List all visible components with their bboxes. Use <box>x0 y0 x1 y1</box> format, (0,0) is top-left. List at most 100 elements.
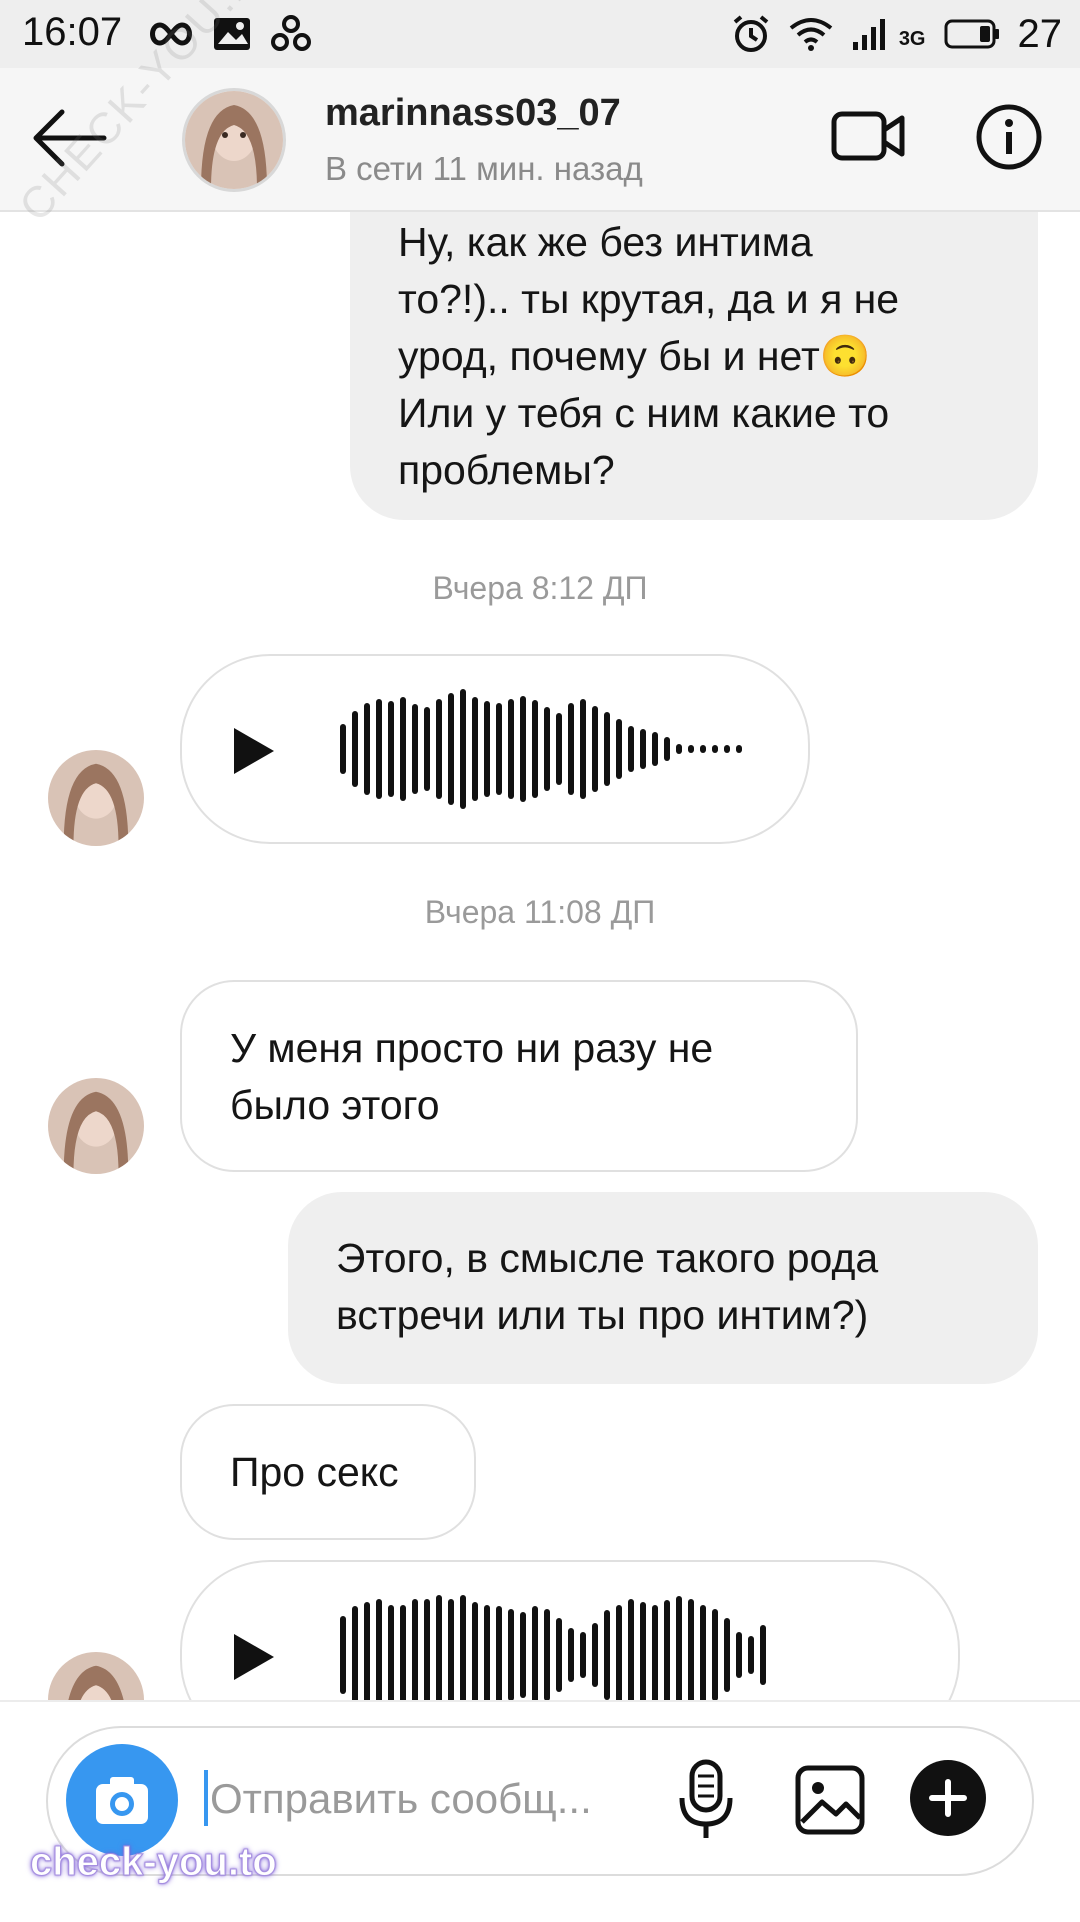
waveform-bar <box>508 699 514 799</box>
play-icon <box>234 1634 274 1680</box>
waveform-bar <box>424 707 430 791</box>
alarm-icon <box>733 15 769 52</box>
waveform-bar <box>496 1606 502 1700</box>
battery-icon <box>944 19 999 49</box>
message-timestamp: Вчера 8:12 ДП <box>432 570 648 606</box>
waveform-bar <box>448 693 454 805</box>
waveform-bar <box>616 719 622 779</box>
voice-waveform <box>340 686 742 812</box>
play-button[interactable] <box>232 1632 276 1682</box>
profile-photo <box>185 91 283 189</box>
waveform-bar <box>424 1599 430 1700</box>
waveform-bar <box>700 1605 706 1700</box>
video-call-button[interactable] <box>830 104 906 168</box>
waveform-bar <box>496 703 502 795</box>
presence-status: В сети 11 мин. назад <box>325 150 643 187</box>
message-list[interactable]: Ну, как же без интима то?!).. ты крутая,… <box>0 212 1080 1700</box>
microphone-icon <box>679 1759 733 1838</box>
waveform-bar <box>532 1606 538 1700</box>
voice-record-button[interactable] <box>674 1758 738 1842</box>
voice-message[interactable] <box>180 654 810 844</box>
waveform-bar <box>688 1599 694 1700</box>
message-bubble-incoming[interactable]: Про секс <box>180 1404 476 1540</box>
more-button[interactable] <box>910 1760 986 1836</box>
waveform-bar <box>484 1605 490 1700</box>
waveform-bar <box>568 703 574 795</box>
sender-avatar[interactable] <box>48 1078 144 1174</box>
waveform-bar <box>412 704 418 794</box>
waveform-bar <box>628 1599 634 1700</box>
waveform-bar <box>484 701 490 797</box>
profile-photo <box>48 1652 144 1700</box>
waveform-bar <box>544 1609 550 1700</box>
waveform-bar <box>676 1596 682 1700</box>
waveform-bar <box>712 1609 718 1700</box>
waveform-bar <box>412 1599 418 1700</box>
waveform-bar <box>448 1599 454 1700</box>
waveform-bar <box>640 1602 646 1700</box>
voice-message[interactable] <box>180 1560 960 1700</box>
waveform-bar <box>712 745 718 753</box>
waveform-bar <box>376 1599 382 1700</box>
message-text: Этого, в смысле такого рода встречи или … <box>336 1235 879 1338</box>
waveform-bar <box>748 1636 754 1674</box>
chat-header: marinnass03_07 В сети 11 мин. назад CHEC… <box>0 0 1080 231</box>
video-camera-icon <box>831 111 905 161</box>
app-notification-icon <box>271 15 311 51</box>
waveform-bar <box>520 696 526 802</box>
waveform-bar <box>652 732 658 766</box>
waveform-bar <box>364 1602 370 1700</box>
contact-username[interactable]: marinnass03_07 <box>325 92 621 135</box>
watermark-text: check-you.to <box>30 1840 278 1885</box>
play-icon <box>234 728 274 774</box>
gallery-button[interactable] <box>794 1764 866 1836</box>
waveform-bar <box>616 1605 622 1700</box>
waveform-bar <box>340 1616 346 1694</box>
message-text: Ну, как же без интима то?!).. ты крутая,… <box>398 219 900 493</box>
waveform-bar <box>676 744 682 754</box>
message-text: У меня просто ни разу не было этого <box>230 1025 714 1128</box>
sender-avatar[interactable] <box>48 1652 144 1700</box>
waveform-bar <box>628 726 634 772</box>
waveform-bar <box>736 745 742 753</box>
waveform-bar <box>436 699 442 799</box>
waveform-bar <box>664 737 670 761</box>
voice-waveform <box>340 1592 766 1700</box>
message-bubble-incoming[interactable]: У меня просто ни разу не было этого <box>180 980 858 1172</box>
signal-icon <box>852 19 885 50</box>
message-bubble-outgoing[interactable]: Ну, как же без интима то?!).. ты крутая,… <box>350 212 1038 520</box>
waveform-bar <box>376 699 382 799</box>
waveform-bar <box>364 703 370 795</box>
composer-bar: check-you.to <box>0 1700 1080 1922</box>
waveform-bar <box>472 1602 478 1700</box>
waveform-bar <box>388 701 394 797</box>
battery-level: 27 <box>1017 11 1063 56</box>
waveform-bar <box>460 689 466 809</box>
info-button[interactable] <box>974 102 1044 172</box>
waveform-bar <box>544 707 550 791</box>
waveform-bar <box>604 712 610 786</box>
message-bubble-outgoing[interactable]: Этого, в смысле такого рода встречи или … <box>288 1192 1038 1384</box>
waveform-bar <box>604 1610 610 1700</box>
waveform-bar <box>400 697 406 801</box>
waveform-bar <box>472 697 478 801</box>
waveform-bar <box>352 711 358 787</box>
network-type: 3G <box>898 27 926 50</box>
waveform-bar <box>700 745 706 753</box>
waveform-bar <box>340 724 346 774</box>
contact-avatar[interactable] <box>182 88 286 192</box>
plus-icon <box>929 1779 967 1817</box>
waveform-bar <box>664 1600 670 1700</box>
waveform-bar <box>760 1625 766 1685</box>
waveform-bar <box>352 1606 358 1700</box>
info-icon <box>976 104 1042 170</box>
waveform-bar <box>508 1609 514 1700</box>
waveform-bar <box>400 1605 406 1700</box>
waveform-bar <box>520 1612 526 1698</box>
waveform-bar <box>436 1595 442 1700</box>
message-input[interactable] <box>208 1758 632 1840</box>
play-button[interactable] <box>232 726 276 776</box>
waveform-bar <box>736 1632 742 1678</box>
sender-avatar[interactable] <box>48 750 144 846</box>
waveform-bar <box>556 713 562 785</box>
